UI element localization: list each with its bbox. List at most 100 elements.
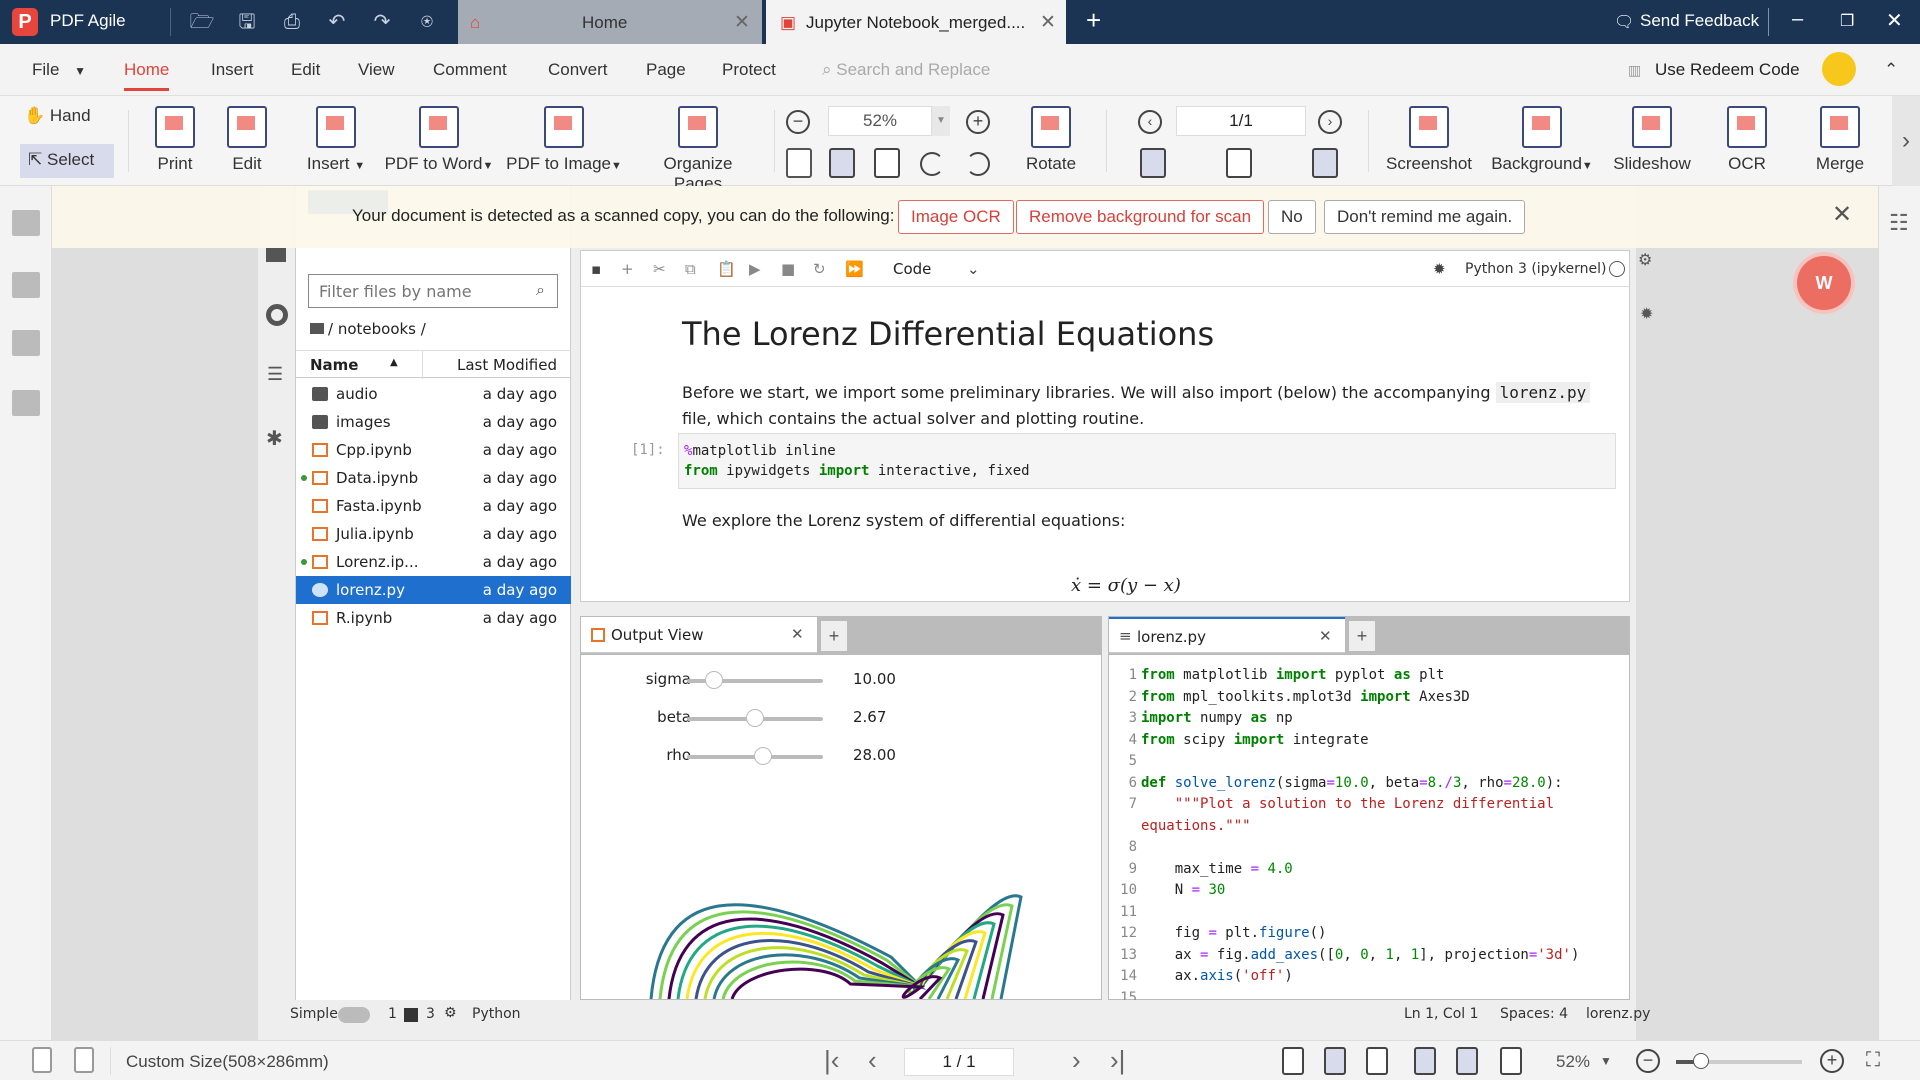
extension-icon[interactable]: ✱ xyxy=(266,426,283,451)
cut-icon[interactable]: ✂ xyxy=(653,260,666,278)
tab-lorenz-py[interactable]: ≡ lorenz.py ✕ xyxy=(1109,617,1345,653)
close-icon[interactable]: ✕ xyxy=(1319,627,1332,645)
toc-icon[interactable]: ☰ xyxy=(267,364,283,385)
tab-document[interactable]: ▣ Jupyter Notebook_merged.... ✕ xyxy=(766,0,1066,44)
collapse-ribbon-icon[interactable]: ⌃ xyxy=(1884,60,1898,80)
file-list-item[interactable]: Data.ipynb a day ago xyxy=(296,464,571,492)
dont-remind-button[interactable]: Don't remind me again. xyxy=(1324,200,1526,234)
filter-files-input[interactable] xyxy=(308,274,558,308)
menu-file[interactable]: File ▼ xyxy=(32,60,86,80)
slider-handle[interactable] xyxy=(754,747,773,765)
file-list-item[interactable]: Cpp.ipynb a day ago xyxy=(296,436,571,464)
next-view-icon[interactable] xyxy=(74,1047,94,1073)
zoom-out-button[interactable]: − xyxy=(1636,1049,1660,1073)
add-cell-icon[interactable]: + xyxy=(621,260,634,278)
debug-icon[interactable]: ✹ xyxy=(1640,304,1653,324)
pdf-to-image-button[interactable]: PDF to Image▼ xyxy=(506,106,622,174)
zoom-out-button[interactable]: − xyxy=(786,110,810,134)
rotate-right-icon[interactable] xyxy=(966,152,990,176)
menu-page[interactable]: Page xyxy=(646,60,686,80)
file-list-item[interactable]: Lorenz.ip... a day ago xyxy=(296,548,571,576)
menu-insert[interactable]: Insert xyxy=(211,60,254,80)
menu-view[interactable]: View xyxy=(358,60,395,80)
fit-width-icon[interactable] xyxy=(874,148,900,178)
new-tab-button[interactable]: + xyxy=(1086,5,1101,36)
minimize-button[interactable]: – xyxy=(1792,8,1803,31)
merge-button[interactable]: Merge xyxy=(1812,106,1868,174)
print-button[interactable]: Print xyxy=(150,106,200,174)
page-input[interactable]: 1/1 xyxy=(1176,106,1306,136)
continuous-scroll-icon[interactable] xyxy=(1414,1047,1436,1075)
paste-icon[interactable]: 📋 xyxy=(717,260,736,278)
zoom-in-button[interactable]: + xyxy=(1820,1049,1844,1073)
code-editor[interactable]: 1 from matplotlib import pyplot as plt 2 fr… xyxy=(1109,657,1629,1006)
settings-icon[interactable]: ⚙ xyxy=(1638,250,1652,270)
file-list-item[interactable]: audio a day ago xyxy=(296,380,571,408)
close-icon[interactable]: ✕ xyxy=(791,625,804,643)
column-name[interactable]: Name xyxy=(310,356,358,374)
restore-button[interactable]: ❐ xyxy=(1840,11,1854,31)
zoom-dropdown-icon[interactable]: ▼ xyxy=(1600,1054,1612,1068)
zoom-dropdown-icon[interactable]: ▼ xyxy=(932,106,950,136)
annotations-icon[interactable] xyxy=(12,330,40,356)
tab-home[interactable]: ⌂ Home ✕ xyxy=(458,0,762,44)
open-file-icon[interactable]: 🗁 xyxy=(188,8,216,36)
organize-pages-button[interactable]: Organize Pages xyxy=(640,106,756,194)
debug-icon[interactable]: ✹ xyxy=(1433,260,1446,278)
send-feedback-button[interactable]: Send Feedback xyxy=(1640,11,1759,31)
menu-comment[interactable]: Comment xyxy=(433,60,507,80)
last-page-button[interactable]: ›| xyxy=(1110,1045,1125,1076)
kernel-language[interactable]: Python xyxy=(472,1006,521,1022)
close-tab-icon[interactable]: ✕ xyxy=(1040,11,1056,34)
actual-size-icon[interactable] xyxy=(786,148,812,178)
file-list-item[interactable]: Fasta.ipynb a day ago xyxy=(296,492,571,520)
code-cell[interactable]: %matplotlib inline from ipywidgets impor… xyxy=(678,433,1616,489)
file-list-item[interactable]: Julia.ipynb a day ago xyxy=(296,520,571,548)
hand-tool[interactable]: ✋ Hand xyxy=(24,106,91,126)
slideshow-button[interactable]: Slideshow xyxy=(1610,106,1694,174)
search-replace[interactable]: ⌕ Search and Replace xyxy=(822,60,990,80)
select-tool[interactable]: ⇱ Select xyxy=(20,144,114,178)
breadcrumb[interactable]: / notebooks / xyxy=(310,320,426,338)
fit-page-icon[interactable] xyxy=(1324,1047,1346,1075)
no-button[interactable]: No xyxy=(1268,200,1316,234)
ribbon-scroll-right-icon[interactable]: › xyxy=(1892,96,1920,186)
next-page-button[interactable]: › xyxy=(1318,110,1342,134)
add-tab-icon[interactable]: + xyxy=(1349,621,1375,651)
cell-type-select[interactable]: Code xyxy=(893,260,931,278)
slider-handle[interactable] xyxy=(705,671,724,689)
two-page-icon[interactable] xyxy=(1226,148,1252,178)
single-page-icon[interactable] xyxy=(1456,1047,1478,1075)
fullscreen-icon[interactable]: ⛶ xyxy=(1866,1049,1880,1072)
two-page-icon[interactable] xyxy=(1500,1047,1522,1075)
continuous-scroll-icon[interactable] xyxy=(1312,148,1338,178)
run-all-icon[interactable]: ⏩ xyxy=(845,260,864,278)
upgrade-icon[interactable]: ⍟ xyxy=(413,8,441,36)
next-page-button[interactable]: › xyxy=(1072,1045,1081,1076)
thumbnails-icon[interactable] xyxy=(12,272,40,298)
zoom-level[interactable]: 52% xyxy=(1556,1052,1590,1072)
screenshot-button[interactable]: Screenshot xyxy=(1384,106,1474,174)
close-banner-icon[interactable]: ✕ xyxy=(1832,200,1852,229)
indent-spaces[interactable]: Spaces: 4 xyxy=(1500,1006,1568,1022)
column-last-modified[interactable]: Last Modified xyxy=(457,356,557,374)
actual-size-icon[interactable] xyxy=(1282,1047,1304,1075)
zoom-in-button[interactable]: + xyxy=(966,110,990,134)
menu-convert[interactable]: Convert xyxy=(548,60,608,80)
rotate-button[interactable]: Rotate xyxy=(1024,106,1078,174)
close-tab-icon[interactable]: ✕ xyxy=(734,11,750,34)
file-list-item[interactable]: images a day ago xyxy=(296,408,571,436)
first-page-button[interactable]: |‹ xyxy=(824,1045,839,1076)
single-page-icon[interactable] xyxy=(1140,148,1166,178)
zoom-input[interactable]: 52% xyxy=(828,106,932,136)
undo-icon[interactable]: ↶ xyxy=(323,8,351,36)
menu-home[interactable]: Home xyxy=(124,60,170,91)
stop-icon[interactable]: ■ xyxy=(781,260,795,278)
slider-handle[interactable] xyxy=(746,709,764,727)
simple-mode-toggle[interactable] xyxy=(338,1007,370,1023)
status-page-input[interactable]: 1 / 1 xyxy=(904,1048,1014,1076)
run-icon[interactable]: ▶ xyxy=(749,260,761,278)
tab-output-view[interactable]: Output View ✕ xyxy=(581,617,817,653)
kernel-name[interactable]: Python 3 (ipykernel) xyxy=(1465,261,1606,277)
ocr-button[interactable]: OCR xyxy=(1722,106,1772,174)
